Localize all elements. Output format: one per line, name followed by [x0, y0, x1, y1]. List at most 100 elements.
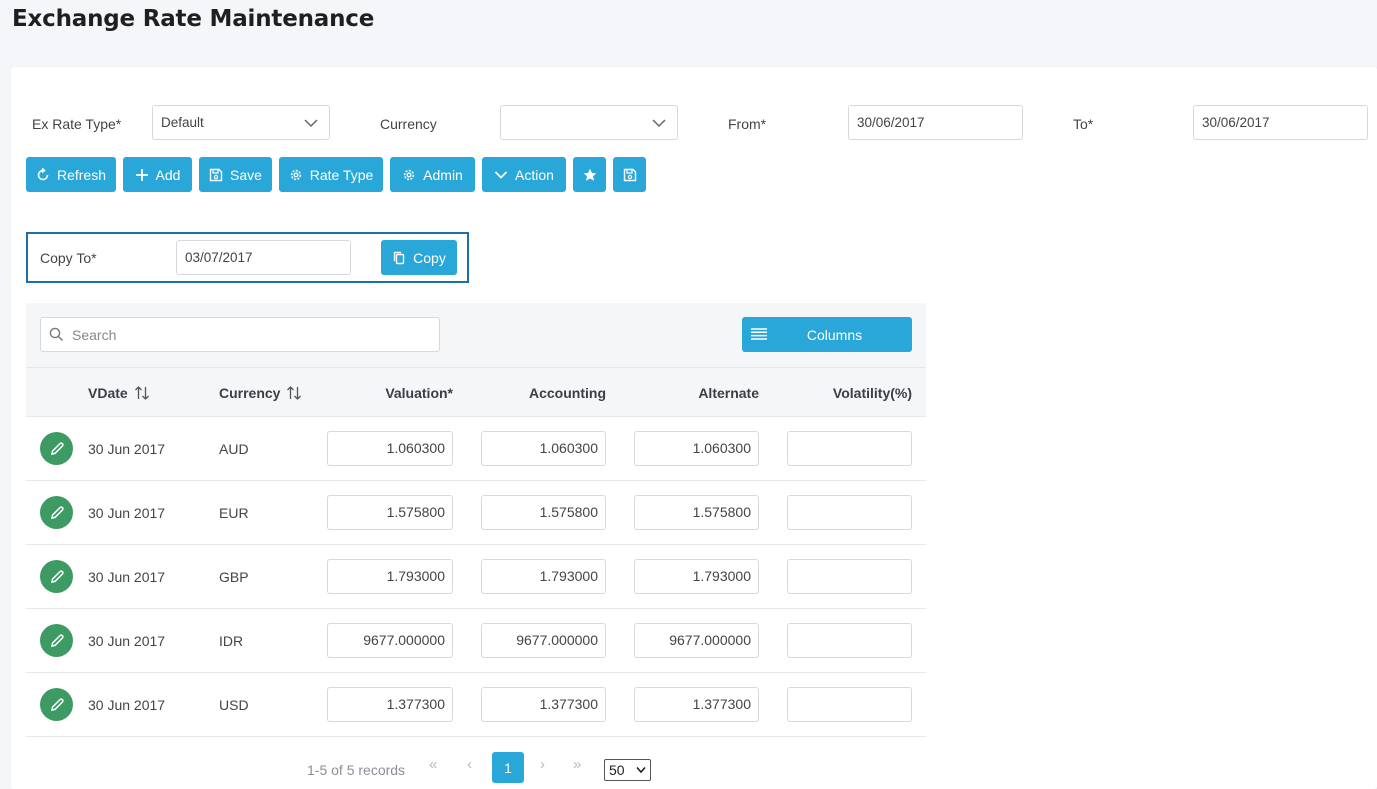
copy-icon [393, 251, 405, 264]
header-currency[interactable]: Currency [219, 385, 302, 401]
currency-cell: USD [219, 697, 249, 713]
grid-header-row: VDate Currency Valuation* Accounting Alt… [26, 367, 926, 417]
to-label: To* [1073, 116, 1094, 132]
favorite-button[interactable] [573, 157, 606, 192]
plus-icon [135, 168, 148, 181]
valuation-input[interactable]: 1.575800 [327, 495, 453, 530]
accounting-input[interactable]: 1.793000 [481, 559, 606, 594]
columns-button[interactable]: Columns [742, 317, 912, 352]
refresh-icon [37, 167, 49, 180]
rate-type-button[interactable]: Rate Type [279, 157, 383, 192]
ex-rate-type-select[interactable]: Default [152, 105, 330, 140]
page-title: Exchange Rate Maintenance [12, 6, 375, 32]
gear-icon [403, 169, 415, 180]
save-label: Save [230, 166, 262, 183]
sort-icon [287, 386, 302, 400]
from-date-input[interactable]: 30/06/2017 [848, 105, 1023, 140]
first-page-button[interactable]: « [429, 756, 437, 773]
to-date-value: 30/06/2017 [1202, 115, 1270, 130]
gear-icon [290, 169, 301, 180]
accounting-input[interactable]: 1.377300 [481, 687, 606, 722]
records-count: 1-5 of 5 records [307, 762, 406, 778]
columns-label: Columns [806, 327, 863, 343]
edit-button[interactable] [40, 496, 73, 529]
vdate-cell: 30 Jun 2017 [88, 697, 166, 713]
volatility-input[interactable] [787, 623, 912, 658]
alternate-input[interactable]: 1.793000 [634, 559, 759, 594]
valuation-input[interactable]: 1.060300 [327, 431, 453, 466]
edit-button[interactable] [40, 432, 73, 465]
refresh-label: Refresh [56, 166, 107, 183]
action-button[interactable]: Action [482, 157, 566, 192]
alternate-input[interactable]: 1.377300 [634, 687, 759, 722]
accounting-input[interactable]: 9677.000000 [481, 623, 606, 658]
accounting-input[interactable]: 1.060300 [481, 431, 606, 466]
copy-button[interactable]: Copy [381, 240, 457, 275]
save-layout-button[interactable] [613, 157, 646, 192]
sort-icon [134, 386, 149, 400]
to-date-input[interactable]: 30/06/2017 [1193, 105, 1368, 140]
table-row: 30 Jun 2017 USD 1.377300 1.377300 1.3773… [26, 673, 926, 737]
page-size-select[interactable]: 50 [604, 759, 651, 781]
table-row: 30 Jun 2017 GBP 1.793000 1.793000 1.7930… [26, 545, 926, 609]
last-page-button[interactable]: » [573, 756, 581, 773]
admin-button[interactable]: Admin [390, 157, 475, 192]
valuation-input[interactable]: 1.377300 [327, 687, 453, 722]
currency-cell: EUR [219, 505, 249, 521]
pencil-icon [50, 633, 64, 647]
valuation-input[interactable]: 1.793000 [327, 559, 453, 594]
save-button[interactable]: Save [199, 157, 272, 192]
action-label: Action [515, 166, 554, 183]
admin-label: Admin [423, 166, 463, 183]
edit-button[interactable] [40, 624, 73, 657]
table-row: 30 Jun 2017 EUR 1.575800 1.575800 1.5758… [26, 481, 926, 545]
currency-cell: GBP [219, 569, 249, 585]
prev-page-button[interactable]: ‹ [467, 756, 472, 773]
vdate-cell: 30 Jun 2017 [88, 633, 166, 649]
copy-to-date-input[interactable]: 03/07/2017 [176, 240, 351, 275]
copy-to-label: Copy To* [40, 250, 97, 266]
edit-button[interactable] [40, 688, 73, 721]
from-label: From* [728, 116, 767, 132]
search-input[interactable]: Search [40, 317, 440, 352]
exchange-rate-grid: Search Columns VDate Currency Valuation*… [26, 303, 926, 789]
accounting-input[interactable]: 1.575800 [481, 495, 606, 530]
volatility-input[interactable] [787, 559, 912, 594]
ex-rate-type-value: Default [161, 115, 204, 130]
floppy-disk-icon [623, 168, 636, 181]
alternate-input[interactable]: 1.060300 [634, 431, 759, 466]
add-button[interactable]: Add [123, 157, 192, 192]
header-vdate[interactable]: VDate [88, 385, 150, 401]
from-date-value: 30/06/2017 [857, 115, 925, 130]
table-row: 30 Jun 2017 AUD 1.060300 1.060300 1.0603… [26, 417, 926, 481]
pencil-icon [50, 441, 64, 455]
chevron-down-icon [652, 119, 666, 128]
refresh-button[interactable]: Refresh [26, 157, 116, 192]
currency-select[interactable] [500, 105, 678, 140]
alternate-input[interactable]: 1.575800 [634, 495, 759, 530]
copy-label: Copy [413, 249, 446, 266]
chevron-down-icon [494, 170, 508, 179]
currency-label: Currency [380, 116, 437, 132]
current-page-button[interactable]: 1 [492, 752, 524, 783]
volatility-input[interactable] [787, 431, 912, 466]
header-vdate-label: VDate [88, 385, 128, 401]
alternate-input[interactable]: 9677.000000 [634, 623, 759, 658]
edit-button[interactable] [40, 560, 73, 593]
currency-cell: IDR [219, 633, 244, 649]
currency-cell: AUD [219, 441, 249, 457]
star-icon [583, 168, 596, 181]
pencil-icon [50, 697, 64, 711]
header-accounting: Accounting [529, 385, 606, 401]
floppy-disk-icon [209, 168, 223, 181]
vdate-cell: 30 Jun 2017 [88, 505, 166, 521]
volatility-input[interactable] [787, 495, 912, 530]
volatility-input[interactable] [787, 687, 912, 722]
rate-type-label: Rate Type [309, 166, 374, 183]
next-page-button[interactable]: › [540, 756, 545, 773]
header-valuation: Valuation* [385, 385, 453, 401]
vdate-cell: 30 Jun 2017 [88, 569, 166, 585]
search-placeholder: Search [72, 326, 117, 343]
table-row: 30 Jun 2017 IDR 9677.000000 9677.000000 … [26, 609, 926, 673]
valuation-input[interactable]: 9677.000000 [327, 623, 453, 658]
